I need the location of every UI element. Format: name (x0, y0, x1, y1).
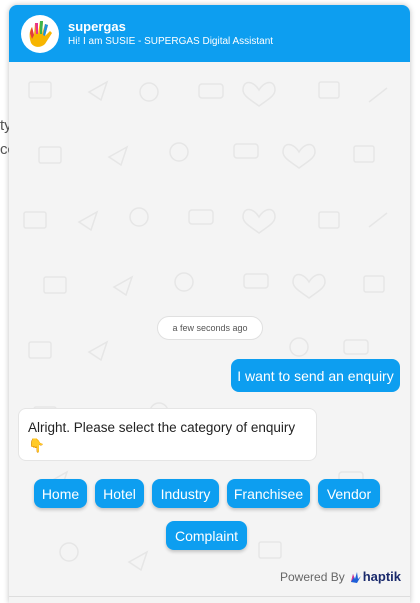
quick-reply-complaint[interactable]: Complaint (166, 521, 247, 550)
quick-reply-franchisee[interactable]: Franchisee (227, 479, 310, 508)
hand-logo-icon (29, 20, 52, 47)
pointing-down-emoji: 👇 (28, 438, 45, 453)
footer-divider (9, 596, 410, 597)
chat-header: supergas Hi! I am SUSIE - SUPERGAS Digit… (9, 5, 410, 62)
quick-reply-vendor[interactable]: Vendor (318, 479, 380, 508)
quick-reply-hotel[interactable]: Hotel (95, 479, 144, 508)
quick-reply-industry[interactable]: Industry (152, 479, 219, 508)
user-message-bubble: I want to send an enquiry (231, 359, 400, 392)
powered-by: Powered By haptik (280, 569, 401, 584)
haptik-brand[interactable]: haptik (349, 569, 401, 584)
header-text: supergas Hi! I am SUSIE - SUPERGAS Digit… (68, 19, 273, 49)
chat-widget: supergas Hi! I am SUSIE - SUPERGAS Digit… (9, 5, 410, 603)
haptik-hand-icon (350, 571, 361, 583)
bot-message-text: Alright. Please select the category of e… (28, 420, 296, 435)
message-timestamp: a few seconds ago (157, 316, 263, 340)
powered-by-label: Powered By (280, 569, 345, 584)
haptik-brand-label: haptik (362, 569, 401, 584)
supergas-logo (21, 14, 59, 53)
bot-message-bubble: Alright. Please select the category of e… (18, 408, 317, 461)
bot-subtitle: Hi! I am SUSIE - SUPERGAS Digital Assist… (68, 35, 274, 47)
bot-title: supergas (68, 18, 126, 34)
quick-reply-home[interactable]: Home (34, 479, 87, 508)
